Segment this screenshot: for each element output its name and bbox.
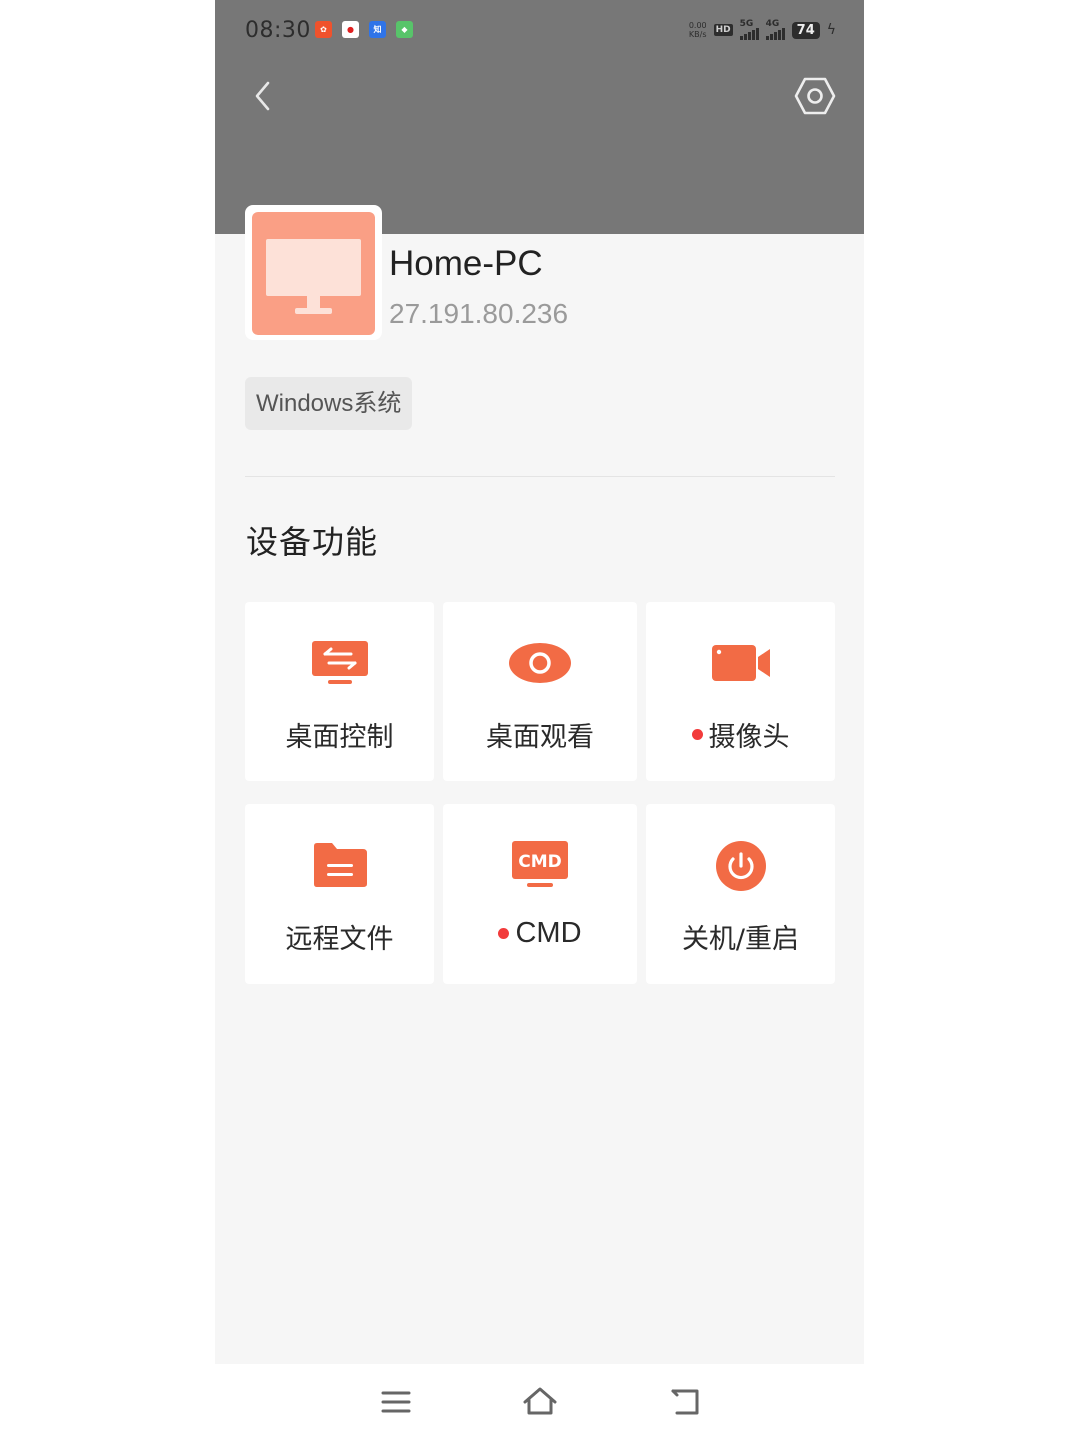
- app-window: 08:30 ✿ ● 知 ◆ 0.00 KB/s HD 5G 4G 74 ϟ Ho…: [215, 0, 864, 1439]
- feature-label: 摄像头: [646, 715, 835, 754]
- system-nav-bar: [215, 1364, 864, 1439]
- chevron-left-icon: [255, 81, 270, 111]
- red-dot-indicator: [498, 928, 510, 939]
- feature-desktop-view[interactable]: 桌面观看: [443, 602, 637, 781]
- app-icon-orange: ✿: [315, 21, 332, 38]
- menu-icon: [381, 1391, 411, 1413]
- net-speed: 0.00 KB/s: [689, 21, 707, 39]
- section-title: 设备功能: [246, 523, 379, 561]
- app-icon-blue: 知: [369, 21, 386, 38]
- cmd-icon: CMD: [511, 840, 569, 892]
- device-avatar: [245, 205, 382, 340]
- feature-camera-label: 摄像头: [708, 722, 790, 753]
- eye-icon: [508, 642, 572, 688]
- feature-power-label: 关机/重启: [681, 924, 800, 955]
- feature-label: 关机/重启: [646, 917, 835, 956]
- nav-home-button[interactable]: [520, 1386, 560, 1418]
- feature-cmd-label: CMD: [515, 917, 582, 949]
- signal-4g-icon: 4G: [765, 19, 785, 40]
- power-icon: [715, 840, 767, 896]
- battery-level: 74: [791, 21, 820, 39]
- feature-label: 桌面控制: [245, 715, 434, 754]
- feature-desktop-control-label: 桌面控制: [285, 722, 394, 753]
- feature-desktop-control[interactable]: 桌面控制: [245, 602, 434, 781]
- feature-desktop-view-label: 桌面观看: [486, 722, 594, 753]
- screen: 08:30 ✿ ● 知 ◆ 0.00 KB/s HD 5G 4G 74 ϟ Ho…: [0, 0, 1080, 1439]
- back-button[interactable]: [245, 76, 285, 116]
- cmd-icon-text: CMD: [518, 852, 562, 872]
- feature-cmd[interactable]: CMD CMD: [443, 804, 637, 984]
- net-speed-unit: KB/s: [688, 30, 707, 39]
- feature-power[interactable]: 关机/重启: [646, 804, 835, 984]
- desktop-transfer-icon: [311, 640, 369, 690]
- hex-settings-icon: [794, 77, 836, 115]
- feature-remote-files[interactable]: 远程文件: [245, 804, 434, 984]
- nav-back-button[interactable]: [665, 1386, 705, 1418]
- device-name: Home-PC: [389, 244, 543, 283]
- status-time: 08:30: [245, 18, 311, 43]
- red-dot-indicator: [691, 729, 703, 740]
- nav-menu-button[interactable]: [376, 1386, 416, 1418]
- header-banner: 08:30 ✿ ● 知 ◆ 0.00 KB/s HD 5G 4G 74 ϟ: [215, 0, 864, 234]
- app-icon-red: ●: [342, 21, 359, 38]
- signal-5g-label: 5G: [739, 19, 754, 29]
- os-badge: Windows系统: [245, 377, 413, 430]
- feature-label: 桌面观看: [443, 715, 637, 754]
- signal-5g-icon: 5G: [739, 19, 759, 40]
- feature-label: 远程文件: [245, 917, 434, 956]
- settings-button[interactable]: [793, 74, 837, 118]
- video-camera-icon: [711, 644, 771, 686]
- net-speed-value: 0.00: [688, 21, 707, 30]
- back-icon: [671, 1389, 699, 1415]
- divider: [245, 476, 835, 477]
- feature-camera[interactable]: 摄像头: [646, 602, 835, 781]
- feature-remote-files-label: 远程文件: [285, 924, 394, 955]
- hd-badge: HD: [713, 24, 733, 36]
- folder-icon: [312, 842, 368, 892]
- app-icon-green: ◆: [396, 21, 413, 38]
- home-icon: [523, 1387, 557, 1415]
- signal-4g-label: 4G: [765, 19, 780, 29]
- charging-icon: ϟ: [826, 22, 836, 38]
- monitor-icon: [252, 212, 375, 335]
- device-ip: 27.191.80.236: [389, 298, 569, 329]
- feature-label: CMD: [443, 917, 637, 950]
- status-indicators: 0.00 KB/s HD 5G 4G 74 ϟ: [689, 19, 836, 41]
